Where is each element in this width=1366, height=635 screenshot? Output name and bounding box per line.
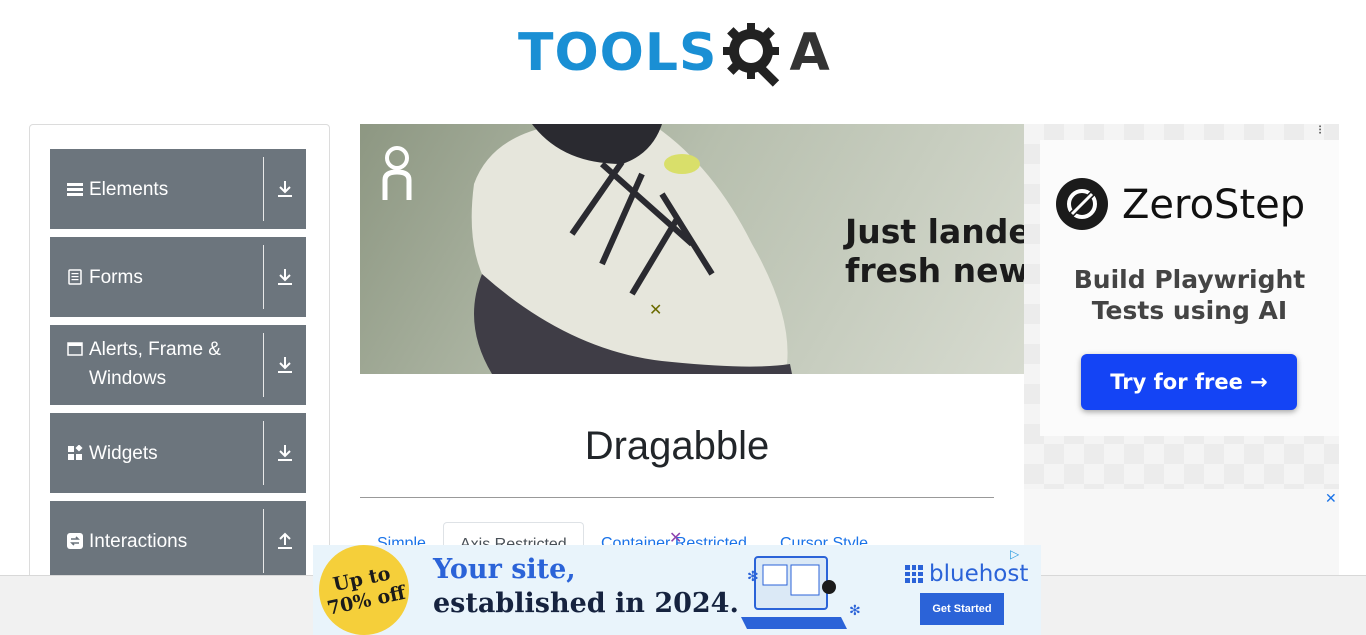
get-started-button[interactable]: Get Started (920, 593, 1004, 625)
download-icon[interactable] (264, 149, 306, 229)
window-icon (67, 342, 83, 356)
ad-headline-line1: Just landed (845, 212, 1024, 251)
download-icon[interactable] (264, 325, 306, 405)
zerostep-brand: ZeroStep (1122, 182, 1306, 228)
zerostep-tagline-line1: Build Playwright (1073, 265, 1306, 294)
bluehost-grid-icon (905, 565, 923, 583)
logo-text-a: A (789, 23, 830, 83)
document-icon (68, 269, 82, 285)
ad-bottom-bluehost[interactable]: Up to 70% off Your site, established in … (313, 545, 1041, 635)
discount-badge: Up to 70% off (313, 545, 418, 635)
sidebar-group-forms[interactable]: Forms (50, 237, 306, 317)
zerostep-logo-icon (1056, 178, 1108, 230)
zerostep-tagline-line2: Tests using AI (1091, 296, 1288, 325)
sidebar-group-alerts-frame-windows[interactable]: Alerts, Frame & Windows (50, 325, 306, 405)
sidebar-group-elements[interactable]: Elements (50, 149, 306, 229)
svg-text:✻: ✻ (747, 569, 759, 585)
zerostep-card: ZeroStep Build Playwright Tests using AI… (1040, 140, 1339, 436)
adchoices-icon[interactable]: ▷ (1010, 547, 1019, 561)
page-title: Dragabble (584, 424, 770, 468)
ad-headline-line2: fresh new c (845, 251, 1024, 290)
ad-corner-icon[interactable]: ⁝ (1318, 122, 1322, 138)
download-icon[interactable] (264, 413, 306, 493)
toolsqa-logo[interactable]: TOOLS A (518, 14, 842, 92)
headline-line1: Your site, (433, 554, 576, 585)
try-for-free-button[interactable]: Try for free → (1081, 354, 1297, 410)
left-sidebar: Elements Forms Alerts, Frame & Windows W… (29, 124, 330, 594)
logo-text-tools: TOOLS (518, 23, 718, 83)
sidebar-group-label: Alerts, Frame & Windows (89, 339, 221, 389)
sidebar-group-label: Widgets (89, 442, 158, 464)
shoe-image (471, 124, 792, 374)
laptop-illustration: ✻ ✻ (741, 556, 861, 629)
upload-icon[interactable] (264, 501, 306, 581)
on-brand-logo (382, 146, 412, 200)
bluehost-headline: Your site, established in 2024. (433, 553, 739, 621)
close-icon[interactable]: ✕ (649, 300, 662, 320)
sidebar-group-label: Elements (89, 178, 169, 200)
swap-icon (67, 533, 83, 549)
ad-banner-headline: Just landed fresh new c (845, 212, 1024, 290)
bluehost-brand-text: bluehost (929, 561, 1029, 587)
list-icon (67, 183, 83, 196)
title-divider (360, 497, 994, 498)
sidebar-group-widgets[interactable]: Widgets (50, 413, 306, 493)
ad-banner-on[interactable]: Just landed fresh new c ✕ (360, 124, 1024, 374)
widgets-icon (68, 445, 83, 460)
svg-text:✻: ✻ (849, 603, 861, 619)
zerostep-tagline: Build Playwright Tests using AI (1040, 264, 1339, 326)
sidebar-group-interactions[interactable]: Interactions (50, 501, 306, 581)
bluehost-logo: bluehost (905, 561, 1028, 587)
sidebar-group-label: Interactions (89, 530, 188, 552)
gear-magnifier-icon (723, 23, 780, 87)
ad-right-zerostep[interactable]: ZeroStep Build Playwright Tests using AI… (1024, 124, 1339, 575)
headline-line2: established in 2024. (433, 588, 739, 619)
ad-house-image (1024, 489, 1339, 575)
sidebar-group-label: Forms (89, 266, 143, 288)
download-icon[interactable] (264, 237, 306, 317)
close-icon[interactable]: ✕ (1325, 490, 1337, 507)
